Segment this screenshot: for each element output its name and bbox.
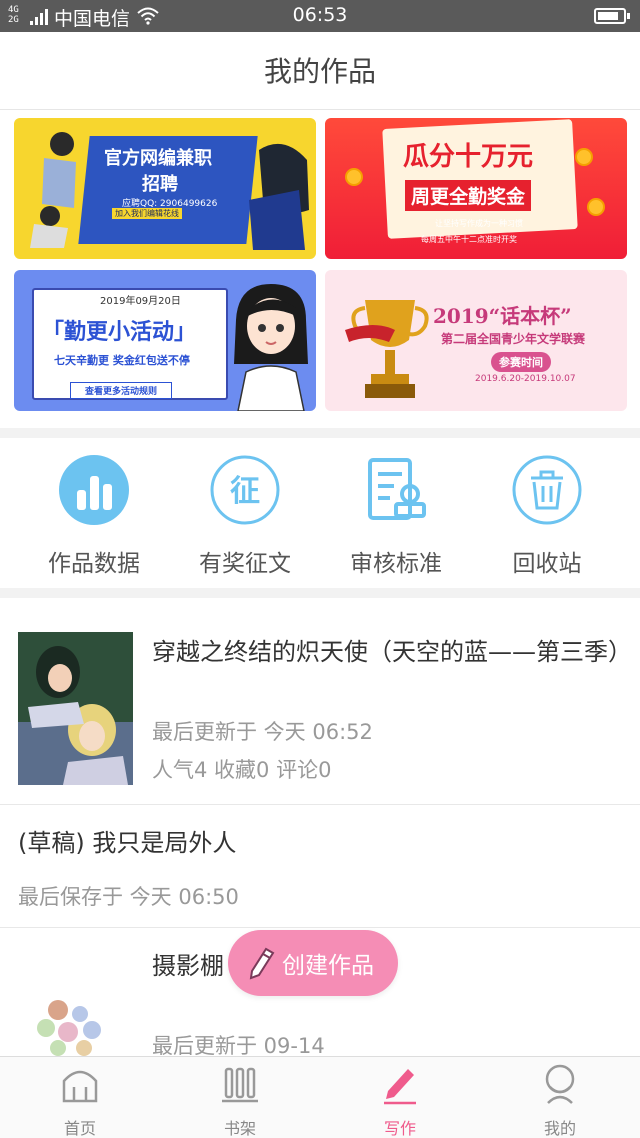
trash-icon: [512, 455, 582, 525]
banner-subheadline: 第二届全国青少年文学联赛: [441, 332, 586, 346]
banner-grid: 官方网编兼职 招聘 应聘QQ: 2906499626 加入我们编辑花线 瓜分十万…: [14, 118, 628, 412]
coin-icon: [345, 168, 363, 186]
action-label: 审核标准: [350, 551, 442, 577]
banner-headline: 2019“话本杯”: [433, 304, 572, 328]
tab-label: 首页: [63, 1119, 96, 1138]
quick-actions: 作品数据 征 有奖征文 审核标准 回收站: [0, 440, 640, 585]
person-illustration-icon: [30, 132, 76, 248]
work-title: (草稿) 我只是局外人: [18, 829, 237, 857]
section-divider: [0, 588, 640, 598]
action-label: 作品数据: [48, 551, 140, 577]
work-title: 摄影棚: [152, 952, 224, 980]
work-cover: [37, 1000, 101, 1056]
work-stats: 人气4 收藏0 评论0: [152, 758, 332, 782]
tab-label: 书架: [223, 1119, 256, 1138]
svg-text:征: 征: [230, 474, 260, 509]
tab-label: 写作: [383, 1119, 416, 1138]
banner-subheadline: 招聘: [142, 174, 178, 195]
chart-icon: [59, 455, 129, 525]
section-divider: [0, 428, 640, 438]
status-bar: 4G 2G 中国电信 06:53: [0, 0, 640, 32]
tab-home[interactable]: 首页: [0, 1063, 160, 1138]
pencil-icon: [249, 947, 275, 980]
tab-label: 我的: [543, 1119, 576, 1138]
work-updated: 最后保存于 今天 06:50: [18, 885, 239, 909]
banner-headline: 瓜分十万元: [403, 142, 534, 172]
banner-tagline: 加入我们编辑花线: [112, 208, 182, 219]
tab-profile[interactable]: 我的: [480, 1063, 640, 1138]
review-standard-icon: [368, 458, 426, 520]
tab-bookshelf[interactable]: 书架: [160, 1063, 320, 1138]
banner-badge: 参赛时间: [491, 352, 551, 372]
tab-write[interactable]: 写作: [320, 1063, 480, 1138]
profile-icon: [545, 1064, 575, 1104]
action-contest[interactable]: 征 有奖征文: [175, 454, 315, 578]
battery-level: [598, 12, 618, 20]
battery-icon: [594, 8, 630, 24]
trophy-icon: [345, 300, 429, 398]
work-item[interactable]: (草稿) 我只是局外人 最后保存于 今天 06:50: [0, 805, 640, 928]
coin-icon: [575, 148, 593, 166]
banner-huaben-cup[interactable]: 2019“话本杯” 第二届全国青少年文学联赛 参赛时间 2019.6.20-20…: [325, 270, 627, 411]
banner-caption: 让坚持写作成为一种习惯: [435, 219, 523, 228]
action-label: 有奖征文: [199, 551, 291, 577]
bookshelf-icon: [222, 1067, 258, 1103]
write-icon: [384, 1069, 416, 1105]
action-recycle-bin[interactable]: 回收站: [477, 454, 617, 578]
action-works-data[interactable]: 作品数据: [24, 454, 164, 578]
banner-rules-link: 查看更多活动规则: [70, 382, 173, 399]
work-updated: 最后更新于 今天 06:52: [152, 720, 373, 744]
action-review-standard[interactable]: 审核标准: [326, 454, 466, 578]
girl-illustration-icon: [234, 284, 308, 411]
banner-headline: 官方网编兼职: [104, 148, 212, 169]
bottom-tab-bar: 首页 书架 写作 我的: [0, 1056, 640, 1138]
work-title: 穿越之终结的炽天使（天空的蓝——第三季）: [152, 638, 632, 666]
coin-icon: [587, 198, 605, 216]
banner-date: 2019年09月20日: [100, 296, 181, 307]
home-icon: [62, 1070, 98, 1103]
create-work-label: 创建作品: [282, 953, 374, 979]
status-time: 06:53: [292, 4, 348, 26]
banner-diligent-update[interactable]: 2019年09月20日 「勤更小活动」 七天辛勤更 奖金红包送不停 查看更多活动…: [14, 270, 316, 411]
banner-editor-recruit[interactable]: 官方网编兼职 招聘 应聘QQ: 2906499626 加入我们编辑花线: [14, 118, 316, 259]
page-header: 我的作品: [0, 32, 640, 110]
banner-date-range: 2019.6.20-2019.10.07: [475, 374, 576, 384]
banner-headline: 「勤更小活动」: [42, 320, 197, 345]
banner-weekly-bonus[interactable]: 瓜分十万元 周更全勤奖金 让坚持写作成为一种习惯 每周五中午十二点准时开奖: [325, 118, 627, 259]
work-item[interactable]: 穿越之终结的炽天使（天空的蓝——第三季） 最后更新于 今天 06:52 人气4 …: [0, 598, 640, 805]
create-work-button[interactable]: 创建作品: [228, 930, 398, 996]
banner-subheadline: 七天辛勤更 奖金红包送不停: [54, 354, 190, 367]
page-title: 我的作品: [263, 55, 376, 88]
banner-subheadline: 周更全勤奖金: [405, 180, 532, 211]
work-cover: [18, 632, 133, 785]
action-label: 回收站: [512, 551, 582, 577]
person-illustration-icon: [249, 143, 309, 250]
banner-caption: 每周五中午十二点准时开奖: [421, 235, 517, 244]
contest-icon: 征: [210, 455, 280, 525]
